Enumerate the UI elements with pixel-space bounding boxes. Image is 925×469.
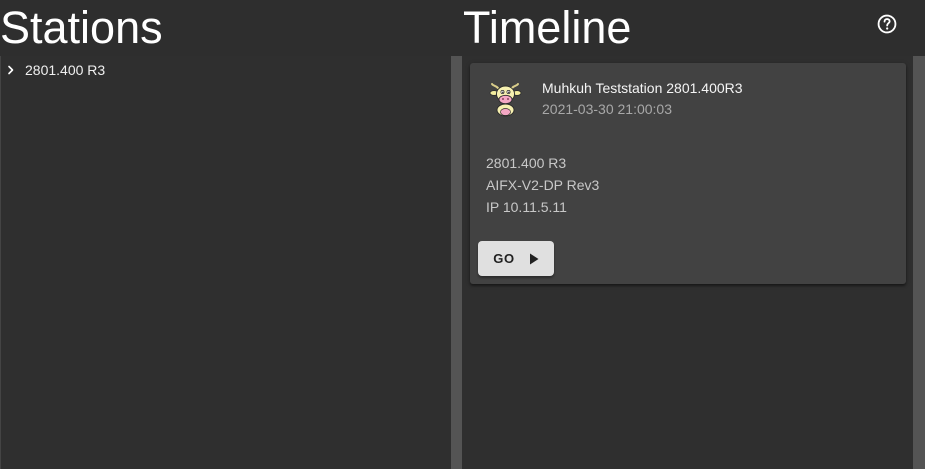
app-root: Stations Timeline 2801.400 R3 Muhkuh Tes… bbox=[0, 0, 925, 469]
card-title: Muhkuh Teststation 2801.400R3 bbox=[542, 80, 743, 96]
card-detail-line: IP 10.11.5.11 bbox=[486, 199, 567, 215]
card-details: 2801.400 R3 AIFX-V2-DP Rev3 IP 10.11.5.1… bbox=[486, 152, 599, 218]
station-tree-label: 2801.400 R3 bbox=[25, 62, 106, 78]
play-icon bbox=[529, 253, 539, 264]
chevron-right-icon[interactable] bbox=[5, 61, 17, 79]
stations-scrollbar[interactable] bbox=[451, 56, 462, 469]
go-button-label: GO bbox=[493, 251, 515, 266]
stations-heading: Stations bbox=[0, 2, 163, 53]
cow-avatar-icon bbox=[486, 79, 526, 119]
card-timestamp: 2021-03-30 21:00:03 bbox=[542, 101, 672, 117]
help-button[interactable] bbox=[876, 13, 898, 35]
help-circle-icon bbox=[877, 14, 897, 34]
timeline-scrollbar[interactable] bbox=[913, 56, 925, 469]
stations-panel: 2801.400 R3 bbox=[0, 56, 451, 469]
timeline-heading: Timeline bbox=[463, 2, 632, 53]
go-button[interactable]: GO bbox=[478, 241, 554, 276]
timeline-panel: Muhkuh Teststation 2801.400R3 2021-03-30… bbox=[462, 56, 913, 469]
station-tree-item[interactable]: 2801.400 R3 bbox=[5, 61, 105, 79]
card-detail-line: AIFX-V2-DP Rev3 bbox=[486, 177, 600, 193]
card-detail-line: 2801.400 R3 bbox=[486, 155, 567, 171]
timeline-card: Muhkuh Teststation 2801.400R3 2021-03-30… bbox=[470, 63, 906, 284]
